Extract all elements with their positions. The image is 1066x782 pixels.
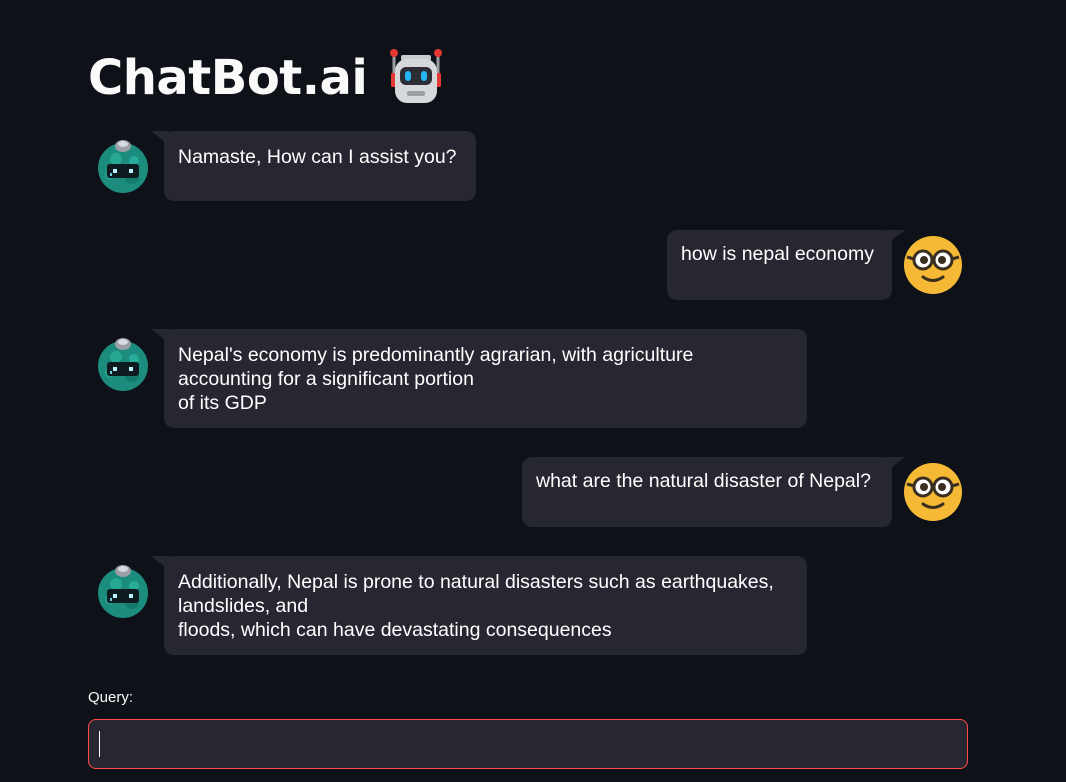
bot-avatar-icon: [94, 137, 152, 195]
header: ChatBot.ai: [88, 44, 447, 112]
message-line: floods, which can have devastating conse…: [178, 619, 612, 641]
nerd-face-icon: [903, 235, 963, 295]
bot-message-bubble: Namaste, How can I assist you?: [164, 131, 476, 201]
message-line: Nepal's economy is predominantly agraria…: [178, 344, 694, 366]
message-text: how is nepal economy: [681, 243, 874, 265]
page-title: ChatBot.ai: [88, 50, 368, 106]
message-line: landslides, and: [178, 595, 309, 617]
query-input[interactable]: [88, 719, 968, 769]
user-message-bubble: how is nepal economy: [667, 230, 892, 300]
text-cursor: [99, 731, 100, 757]
bot-avatar-icon: [94, 335, 152, 393]
robot-icon: [390, 49, 443, 103]
bot-message-bubble: Additionally, Nepal is prone to natural …: [164, 556, 807, 655]
message-line: of its GDP: [178, 392, 267, 414]
message-text: what are the natural disaster of Nepal?: [536, 470, 871, 492]
nerd-face-icon: [903, 462, 963, 522]
chat-app: ChatBot.ai Namaste, How can I assist you…: [0, 0, 1066, 782]
user-message-bubble: what are the natural disaster of Nepal?: [522, 457, 892, 527]
query-label: Query:: [88, 689, 134, 706]
bot-message-bubble: Nepal's economy is predominantly agraria…: [164, 329, 807, 428]
bot-avatar-icon: [94, 562, 152, 620]
message-line: accounting for a significant portion: [178, 368, 474, 390]
message-line: Additionally, Nepal is prone to natural …: [178, 571, 774, 593]
message-text: Namaste, How can I assist you?: [178, 146, 457, 168]
